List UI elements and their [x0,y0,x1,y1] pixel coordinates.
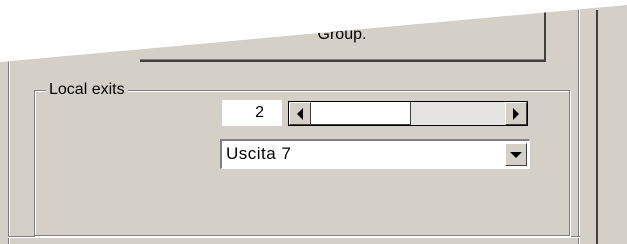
local-exits-title: Local exits [46,80,128,100]
triangle-right-icon [513,107,519,120]
scroll-right-button[interactable] [505,102,527,125]
scroll-left-button[interactable] [289,102,311,125]
exit-select[interactable]: Uscita 7 [220,139,530,169]
triangle-left-icon [297,107,303,120]
panel-bottom-border [8,236,580,238]
window-right-border [596,10,598,244]
exit-select-value: Uscita 7 [226,144,292,163]
panel-right-border [578,10,580,244]
panel-left-border [8,62,10,244]
triangle-down-icon [510,151,522,158]
exit-number-field[interactable]: 2 [222,100,282,126]
exit-select-dropdown-button[interactable] [505,143,527,166]
scroll-thumb[interactable] [311,102,411,125]
dialog-window: Group. Local exits 2 Uscita 7 [0,0,627,244]
exit-scrollbar[interactable] [288,101,528,126]
